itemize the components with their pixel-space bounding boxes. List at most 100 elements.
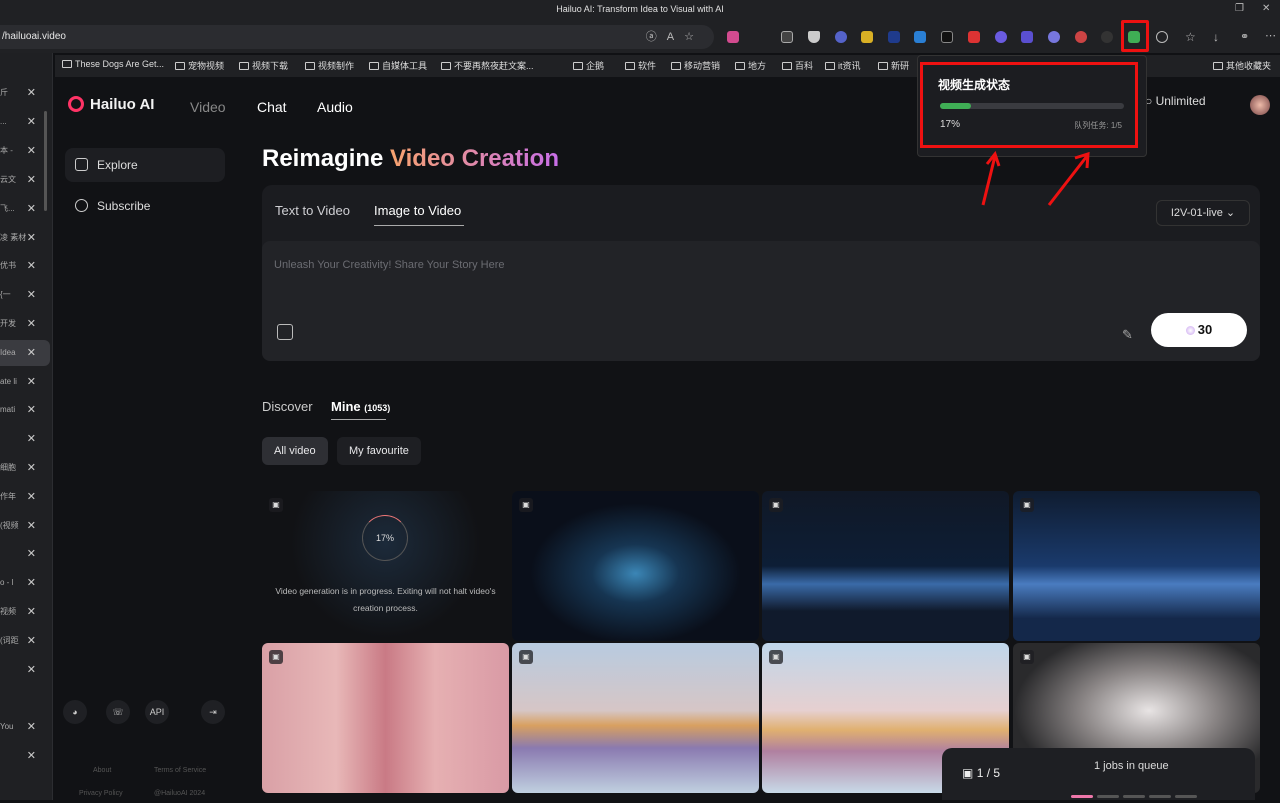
tab-item[interactable]: ✕ [0,541,50,567]
tab-item[interactable]: {一 ✕ [0,282,50,308]
tab-image-to-video[interactable]: Image to Video [374,203,461,218]
bookmark-folder[interactable]: 企鹅 [573,59,604,72]
video-card[interactable]: ▣ [512,491,759,641]
filter-all-video[interactable]: All video [262,437,328,465]
extension-badge-icon[interactable] [781,31,793,43]
close-tab-icon[interactable]: ✕ [27,311,36,337]
plan-badge[interactable]: ○ Unlimited [1145,94,1206,108]
tab-item[interactable]: 凌 素材 ✕ [0,225,50,251]
discord-icon[interactable]: ◕ [63,700,87,724]
bookmark-item[interactable]: 不要再熬夜赶文案... [441,59,534,72]
tab-item[interactable]: You ✕ [0,714,50,740]
close-tab-icon[interactable]: ✕ [27,196,36,222]
close-tab-icon[interactable]: ✕ [27,541,36,567]
favorites-icon[interactable]: ☆ [1185,31,1197,43]
close-tab-icon[interactable]: ✕ [27,109,36,135]
extension-flower-icon[interactable] [1075,31,1087,43]
bookmark-folder[interactable]: 自媒体工具 [369,59,427,72]
bookmark-folder[interactable]: 地方 [735,59,766,72]
bookmark-folder[interactable]: 宠物视频 [175,59,224,72]
close-tab-icon[interactable]: ✕ [27,743,36,769]
job-queue-panel[interactable]: ▣ 1 / 5 1 jobs in queue [942,748,1255,800]
collapse-sidebar-icon[interactable]: ⇥ [201,700,225,724]
tab-item[interactable]: 斤 ✕ [0,80,50,106]
tab-item[interactable]: 视频 ✕ [0,599,50,625]
tab-item[interactable]: ✕ [0,743,50,769]
extension-shield-icon[interactable] [808,31,820,43]
close-tab-icon[interactable]: ✕ [27,513,36,539]
address-bar[interactable]: /hailuoai.video ⓐA☆ [0,25,714,49]
tab-item[interactable]: ate li ✕ [0,369,50,395]
model-select[interactable]: I2V-01-live ⌄ [1156,200,1250,226]
bookmark-folder-other[interactable]: 其他收藏夹 [1213,59,1271,72]
filter-my-favourite[interactable]: My favourite [337,437,421,465]
tab-item[interactable]: (词距 ✕ [0,628,50,654]
nav-audio[interactable]: Audio [317,99,353,115]
close-window-icon[interactable]: ✕ [1262,0,1270,18]
video-card[interactable]: ▣ [512,643,759,793]
tab-discover[interactable]: Discover [262,399,313,414]
omnibox-actions[interactable]: ⓐA☆ [646,25,704,49]
bookmark-item[interactable]: These Dogs Are Get... [62,59,164,69]
close-tab-icon[interactable]: ✕ [27,167,36,193]
tab-item-active[interactable]: Idea ✕ [0,340,50,366]
bookmark-folder[interactable]: 百科 [782,59,813,72]
video-card-in-progress[interactable]: ▣ 17% Video generation is in progress. E… [262,491,509,641]
close-tab-icon[interactable]: ✕ [27,340,36,366]
tab-item[interactable]: 细胞 ✕ [0,455,50,481]
footer-privacy[interactable]: Privacy Policy [79,790,123,797]
hailuo-logo[interactable]: Hailuo AI [68,96,154,113]
tab-item[interactable]: ✕ [0,426,50,452]
tab-item[interactable]: o - l ✕ [0,570,50,596]
nav-chat[interactable]: Chat [257,99,287,115]
bookmark-folder[interactable]: 软件 [625,59,656,72]
video-card[interactable]: ▣ [762,491,1009,641]
close-tab-icon[interactable]: ✕ [27,80,36,106]
download-icon[interactable]: ↓ [1213,31,1225,43]
magic-wand-icon[interactable]: ✎ [1122,327,1133,343]
tab-item[interactable]: 本 - ✕ [0,138,50,164]
tab-item[interactable]: mati ✕ [0,397,50,423]
bookmark-folder[interactable]: 视频制作 [305,59,354,72]
more-menu-icon[interactable]: ⋯ [1265,31,1277,43]
bookmark-folder[interactable]: 新研 [878,59,909,72]
restore-icon[interactable]: ❐ [1235,0,1244,18]
tab-mine[interactable]: Mine (1053) [331,399,390,414]
generate-button[interactable]: 30 [1151,313,1247,347]
close-tab-icon[interactable]: ✕ [27,714,36,740]
close-tab-icon[interactable]: ✕ [27,369,36,395]
close-tab-icon[interactable]: ✕ [27,426,36,452]
extension-moon-icon[interactable] [835,31,847,43]
tab-item[interactable]: 作年 ✕ [0,484,50,510]
extension-puzzle-icon[interactable] [861,31,873,43]
close-tab-icon[interactable]: ✕ [27,138,36,164]
share-icon[interactable]: ⚭ [1240,31,1252,43]
sidebar-item-explore[interactable]: Explore [65,148,225,182]
nav-video[interactable]: Video [190,99,226,115]
extension-ia-icon[interactable] [1021,31,1033,43]
extension-bot-icon[interactable] [1048,31,1060,43]
close-tab-icon[interactable]: ✕ [27,628,36,654]
close-tab-icon[interactable]: ✕ [27,657,36,683]
extension-circle-icon[interactable] [995,31,1007,43]
tab-item[interactable]: 优书 ✕ [0,253,50,279]
wechat-icon[interactable]: ☏ [106,700,130,724]
video-card[interactable]: ▣ [262,643,509,793]
close-tab-icon[interactable]: ✕ [27,397,36,423]
bookmark-folder[interactable]: 视频下载 [239,59,288,72]
close-tab-icon[interactable]: ✕ [27,599,36,625]
extension-red-icon[interactable] [968,31,980,43]
bookmark-folder[interactable]: 移动营销 [671,59,720,72]
close-tab-icon[interactable]: ✕ [27,282,36,308]
extension-translate-icon[interactable] [727,31,739,43]
footer-terms[interactable]: Terms of Service [154,767,206,774]
close-tab-icon[interactable]: ✕ [27,253,36,279]
prompt-input[interactable]: Unleash Your Creativity! Share Your Stor… [262,241,1260,361]
tab-item[interactable]: 开发 ✕ [0,311,50,337]
footer-about[interactable]: About [93,767,111,774]
bookmark-folder[interactable]: it资讯 [825,59,861,72]
tab-item[interactable]: ... ✕ [0,109,50,135]
close-tab-icon[interactable]: ✕ [27,570,36,596]
tab-text-to-video[interactable]: Text to Video [275,203,350,218]
upload-image-icon[interactable] [277,324,293,340]
